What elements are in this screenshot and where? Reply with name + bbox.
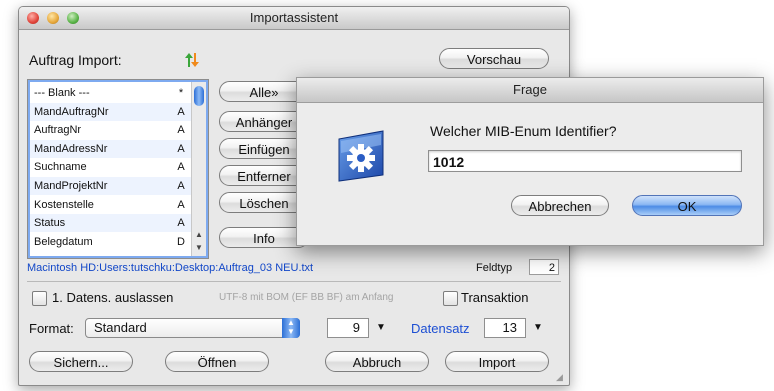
datensatz-field[interactable]: 13 [484,318,526,338]
separator-field[interactable]: 9 [327,318,369,338]
transaction-checkbox[interactable] [443,291,458,306]
field-list-row[interactable]: Kostenstelle A [30,196,192,214]
select-stepper-icon: ▲ ▼ [282,318,300,338]
field-list-row[interactable]: Belegdatum D [30,233,192,251]
format-select-value: Standard [94,320,147,335]
field-type: A [177,105,185,118]
field-name: MandAdressNr [34,142,108,155]
resize-grip-icon[interactable]: ◢ [556,372,566,382]
open-button[interactable]: Öffnen [165,351,269,372]
field-name: Suchname [34,161,87,174]
identifier-input[interactable]: 1012 [428,150,742,172]
field-type: A [177,180,185,192]
field-list-row[interactable]: Status A [30,214,192,233]
field-list-row[interactable]: MandAuftragNr A [30,102,192,121]
dialog-ok-button[interactable]: OK [632,195,742,216]
field-name: --- Blank --- [34,87,90,99]
field-name: Kostenstelle [34,198,94,211]
skip-first-record-label: 1. Datens. auslassen [52,290,174,305]
window-title: Importassistent [249,10,339,25]
field-list-row[interactable]: MandProjektNr A [30,177,192,195]
field-type: * [178,87,184,99]
field-list-row[interactable]: Suchname A [30,158,192,176]
encoding-hint: UTF-8 mit BOM (EF BB BF) am Anfang [219,292,394,303]
field-name: Belegdatum [34,235,93,248]
field-list-row[interactable]: MandAdressNr A [30,139,192,158]
field-type: A [177,142,185,155]
field-list-scrollbar[interactable]: ▲ ▼ [191,82,206,256]
format-label: Format: [29,321,74,336]
field-name: Status [34,217,66,230]
field-name: MandAuftragNr [34,105,109,118]
field-name: AuftragNr [34,124,82,137]
dialog-title: Frage [513,82,547,97]
datensatz-label: Datensatz [411,321,470,336]
field-list-row[interactable]: AuftragNr A [30,121,192,139]
transaction-label: Transaktion [461,290,529,305]
separator-dropdown-arrow-icon[interactable]: ▼ [376,322,386,333]
feldtyp-field[interactable]: 2 [529,259,559,275]
window-titlebar: Importassistent [19,7,569,30]
auftrag-import-label: Auftrag Import: [29,52,122,68]
dialog-titlebar: Frage [297,78,763,103]
divider [27,281,561,282]
import-field-list[interactable]: --- Blank --- * MandAuftragNr A AuftragNr A Ma… [27,79,209,259]
field-type: A [177,161,185,174]
skip-first-record-checkbox[interactable] [32,291,47,306]
scroll-down-arrow-icon[interactable]: ▼ [194,242,204,254]
cancel-button[interactable]: Abbruch [325,351,429,372]
field-name: MandProjektNr [34,180,108,192]
sort-arrows-icon[interactable] [183,51,201,69]
dialog-question: Welcher MIB-Enum Identifier? [430,123,617,139]
feldtyp-label: Feldtyp [476,262,513,274]
field-list-row[interactable]: --- Blank --- * [30,84,192,102]
field-type: A [177,124,185,137]
datensatz-dropdown-arrow-icon[interactable]: ▼ [533,322,543,333]
save-button[interactable]: Sichern... [29,351,133,372]
import-button[interactable]: Import [445,351,549,372]
file-path: Macintosh HD:Users:tutschku:Desktop:Auft… [27,262,314,274]
format-select[interactable]: Standard ▲ ▼ [85,318,300,338]
field-type: D [177,235,185,248]
preview-button[interactable]: Vorschau [439,48,549,69]
app-gear-icon [338,130,384,182]
dialog-cancel-button[interactable]: Abbrechen [511,195,609,216]
scrollbar-thumb[interactable] [194,86,204,106]
scroll-up-arrow-icon[interactable]: ▲ [194,229,204,241]
field-type: A [177,198,185,211]
question-dialog: Frage Welcher MIB-Enum Identifier? 1012 … [296,77,764,246]
field-type: A [177,217,185,230]
